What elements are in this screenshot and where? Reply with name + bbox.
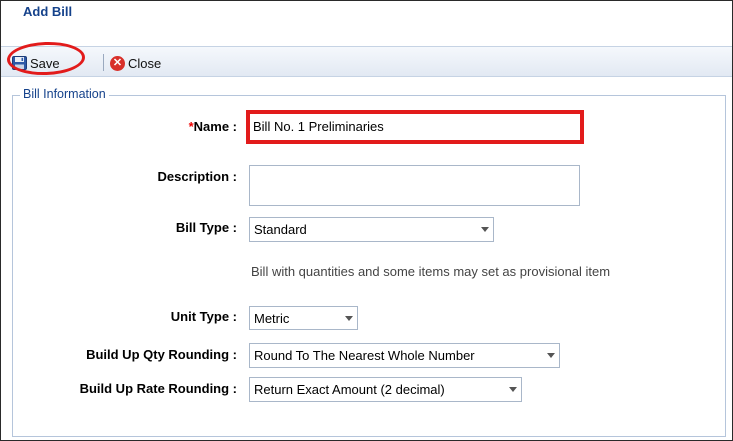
qty-rounding-value: Round To The Nearest Whole Number bbox=[254, 348, 475, 363]
toolbar: Save ✕ Close bbox=[1, 46, 732, 77]
chevron-down-icon[interactable] bbox=[477, 227, 493, 232]
description-label: Description : bbox=[157, 169, 237, 184]
qty-rounding-label: Build Up Qty Rounding : bbox=[86, 347, 237, 362]
description-field[interactable] bbox=[249, 165, 580, 206]
chevron-down-icon[interactable] bbox=[505, 387, 521, 392]
name-field[interactable]: Bill No. 1 Preliminaries bbox=[249, 113, 581, 140]
unit-type-select[interactable]: Metric bbox=[249, 306, 358, 330]
name-field-value: Bill No. 1 Preliminaries bbox=[253, 119, 384, 134]
name-label: *Name : bbox=[151, 119, 237, 134]
chevron-down-icon[interactable] bbox=[543, 353, 559, 358]
save-button[interactable]: Save bbox=[12, 53, 60, 73]
dialog-header: Add Bill bbox=[1, 1, 732, 20]
bill-type-label: Bill Type : bbox=[175, 220, 237, 235]
close-circle-icon: ✕ bbox=[110, 55, 125, 71]
floppy-disk-icon bbox=[12, 56, 27, 70]
bill-type-value: Standard bbox=[254, 222, 307, 237]
bill-type-hint: Bill with quantities and some items may … bbox=[251, 264, 611, 279]
save-button-label: Save bbox=[30, 55, 60, 71]
fieldset-legend: Bill Information bbox=[20, 87, 109, 101]
dialog-title: Add Bill bbox=[23, 4, 73, 19]
unit-type-label: Unit Type : bbox=[170, 309, 237, 324]
rate-rounding-select[interactable]: Return Exact Amount (2 decimal) bbox=[249, 377, 522, 402]
close-button-label: Close bbox=[128, 55, 162, 71]
chevron-down-icon[interactable] bbox=[341, 315, 357, 321]
rate-rounding-value: Return Exact Amount (2 decimal) bbox=[254, 382, 445, 397]
close-button[interactable]: ✕ Close bbox=[110, 53, 161, 73]
name-label-text: Name : bbox=[193, 119, 237, 134]
rate-rounding-label: Build Up Rate Rounding : bbox=[79, 381, 237, 396]
bill-type-select[interactable]: Standard bbox=[249, 217, 494, 242]
qty-rounding-select[interactable]: Round To The Nearest Whole Number bbox=[249, 343, 560, 368]
add-bill-dialog: Add Bill Save ✕ Close Bill Information *… bbox=[0, 0, 733, 441]
toolbar-separator bbox=[103, 54, 104, 71]
unit-type-value: Metric bbox=[254, 310, 290, 326]
